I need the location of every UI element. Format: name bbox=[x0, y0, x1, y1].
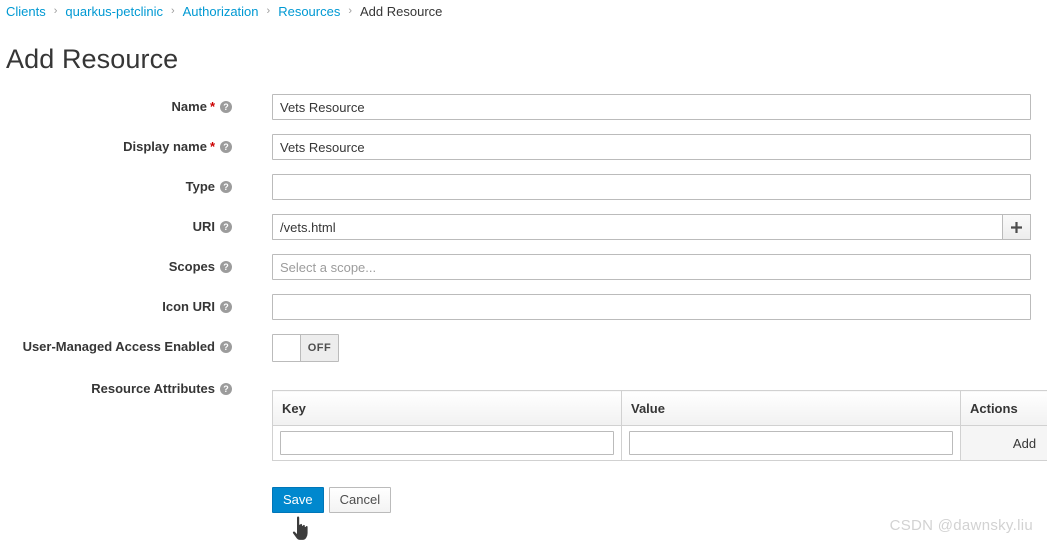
cell-actions: Add bbox=[961, 426, 1047, 461]
label-display-name: Display name * ? bbox=[0, 134, 232, 154]
help-icon[interactable]: ? bbox=[220, 383, 232, 395]
breadcrumb-separator-icon: › bbox=[348, 6, 352, 17]
breadcrumb: Clients › quarkus-petclinic › Authorizat… bbox=[6, 2, 442, 20]
field-wrap-icon-uri bbox=[272, 294, 1031, 320]
table-row: Add bbox=[273, 426, 1047, 461]
help-icon[interactable]: ? bbox=[220, 181, 232, 193]
cell-key bbox=[273, 426, 622, 461]
field-wrap-display-name bbox=[272, 134, 1031, 160]
watermark: CSDN @dawnsky.liu bbox=[890, 517, 1033, 534]
help-icon[interactable]: ? bbox=[220, 101, 232, 113]
mouse-cursor-icon bbox=[291, 516, 313, 542]
form-row-resource-attributes: Resource Attributes ? Key Value Actions bbox=[0, 380, 1047, 461]
toggle-state-label: OFF bbox=[301, 335, 338, 361]
label-display-name-text: Display name bbox=[123, 140, 207, 154]
required-marker: * bbox=[210, 140, 215, 154]
label-icon-uri: Icon URI ? bbox=[0, 294, 232, 314]
uri-input[interactable] bbox=[272, 214, 1002, 240]
type-input[interactable] bbox=[272, 174, 1031, 200]
icon-uri-input[interactable] bbox=[272, 294, 1031, 320]
form-row-type: Type ? bbox=[0, 174, 1047, 200]
label-uri-text: URI bbox=[193, 220, 215, 234]
save-button[interactable]: Save bbox=[272, 487, 324, 513]
column-header-actions: Actions bbox=[961, 391, 1047, 426]
field-wrap-type bbox=[272, 174, 1031, 200]
label-type: Type ? bbox=[0, 174, 232, 194]
breadcrumb-item-authorization[interactable]: Authorization bbox=[183, 4, 259, 19]
resource-attributes-table: Key Value Actions Add bbox=[272, 390, 1047, 461]
breadcrumb-item-add-resource: Add Resource bbox=[360, 4, 442, 19]
label-resource-attributes-text: Resource Attributes bbox=[91, 382, 215, 396]
label-name: Name * ? bbox=[0, 94, 232, 114]
scopes-input[interactable] bbox=[272, 254, 1031, 280]
label-uma-enabled-text: User-Managed Access Enabled bbox=[23, 340, 215, 354]
table-head: Key Value Actions bbox=[273, 391, 1047, 426]
table-body: Add bbox=[273, 426, 1047, 461]
field-wrap-uri bbox=[272, 214, 1031, 240]
form-row-scopes: Scopes ? bbox=[0, 254, 1047, 280]
plus-icon bbox=[1011, 222, 1022, 233]
required-marker: * bbox=[210, 100, 215, 114]
column-header-key: Key bbox=[273, 391, 622, 426]
add-attribute-button[interactable]: Add bbox=[1013, 436, 1036, 451]
label-scopes-text: Scopes bbox=[169, 260, 215, 274]
table-header-row: Key Value Actions bbox=[273, 391, 1047, 426]
form-actions: Save Cancel bbox=[272, 487, 1047, 513]
uma-enabled-toggle[interactable]: OFF bbox=[272, 334, 339, 362]
form-row-icon-uri: Icon URI ? bbox=[0, 294, 1047, 320]
field-wrap-scopes bbox=[272, 254, 1031, 280]
help-icon[interactable]: ? bbox=[220, 341, 232, 353]
breadcrumb-separator-icon: › bbox=[54, 6, 58, 17]
label-type-text: Type bbox=[186, 180, 215, 194]
page-title: Add Resource bbox=[6, 44, 178, 75]
help-icon[interactable]: ? bbox=[220, 261, 232, 273]
help-icon[interactable]: ? bbox=[220, 221, 232, 233]
attribute-value-input[interactable] bbox=[629, 431, 953, 455]
add-uri-button[interactable] bbox=[1002, 214, 1031, 240]
label-uri: URI ? bbox=[0, 214, 232, 234]
field-wrap-name bbox=[272, 94, 1031, 120]
form-row-uma-enabled: User-Managed Access Enabled ? OFF bbox=[0, 334, 1047, 364]
breadcrumb-separator-icon: › bbox=[171, 6, 175, 17]
breadcrumb-separator-icon: › bbox=[267, 6, 271, 17]
label-name-text: Name bbox=[172, 100, 207, 114]
attribute-key-input[interactable] bbox=[280, 431, 614, 455]
uri-input-group bbox=[272, 214, 1031, 240]
cancel-button[interactable]: Cancel bbox=[329, 487, 391, 513]
toggle-knob bbox=[273, 335, 301, 361]
column-header-value: Value bbox=[622, 391, 961, 426]
cell-value bbox=[622, 426, 961, 461]
label-uma-enabled: User-Managed Access Enabled ? bbox=[0, 334, 232, 354]
label-resource-attributes: Resource Attributes ? bbox=[0, 380, 232, 396]
label-icon-uri-text: Icon URI bbox=[162, 300, 215, 314]
name-input[interactable] bbox=[272, 94, 1031, 120]
form-row-uri: URI ? bbox=[0, 214, 1047, 240]
breadcrumb-item-clients[interactable]: Clients bbox=[6, 4, 46, 19]
display-name-input[interactable] bbox=[272, 134, 1031, 160]
breadcrumb-item-quarkus-petclinic[interactable]: quarkus-petclinic bbox=[65, 4, 163, 19]
field-wrap-uma-enabled: OFF bbox=[272, 334, 1031, 364]
help-icon[interactable]: ? bbox=[220, 301, 232, 313]
add-resource-form: Name * ? Display name * ? Type ? URI bbox=[0, 94, 1047, 513]
form-row-display-name: Display name * ? bbox=[0, 134, 1047, 160]
help-icon[interactable]: ? bbox=[220, 141, 232, 153]
breadcrumb-item-resources[interactable]: Resources bbox=[278, 4, 340, 19]
field-wrap-resource-attributes: Key Value Actions Add bbox=[272, 390, 1031, 461]
label-scopes: Scopes ? bbox=[0, 254, 232, 274]
form-row-name: Name * ? bbox=[0, 94, 1047, 120]
